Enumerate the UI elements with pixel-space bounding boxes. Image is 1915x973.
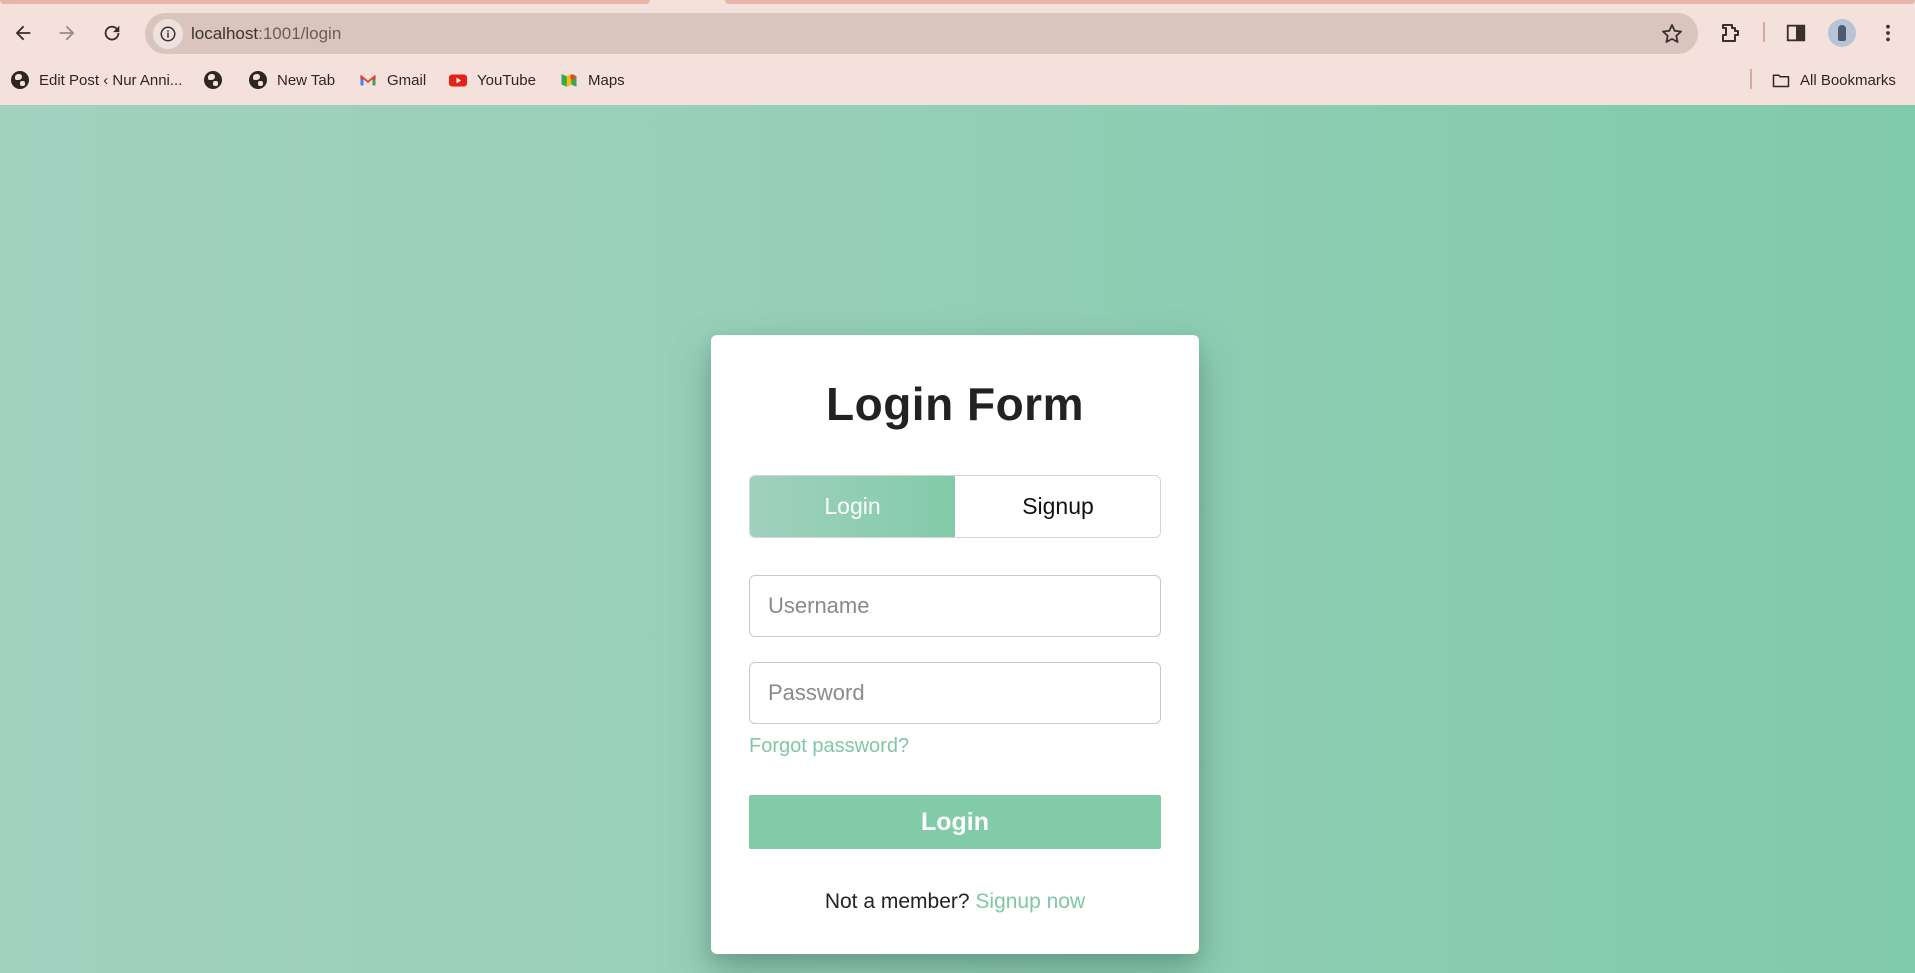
login-submit-button[interactable]: Login [749,795,1161,849]
page-background: Login Form Login Signup Forgot password?… [0,105,1915,973]
password-input[interactable] [749,662,1161,724]
bookmark-label: Edit Post ‹ Nur Anni... [39,71,183,89]
forgot-password-link[interactable]: Forgot password? [749,735,909,758]
menu-kebab-icon[interactable] [1875,20,1901,46]
all-bookmarks-label: All Bookmarks [1800,71,1896,89]
url-text: localhost:1001/login [191,24,341,44]
browser-chrome: localhost:1001/login Edit Post ‹ Nur Ann… [0,0,1915,105]
folder-icon [1772,71,1790,89]
bookmark-item[interactable]: YouTube [449,68,536,92]
maps-icon [560,71,578,89]
form-switch: Login Signup [749,475,1161,538]
reload-icon [104,25,120,41]
youtube-icon [449,71,467,89]
side-panel-icon[interactable] [1783,20,1809,46]
bookmark-item[interactable] [204,68,222,92]
bookmark-item[interactable]: Edit Post ‹ Nur Anni... [11,68,182,92]
tab-strip-edge [0,0,650,4]
tab-signup[interactable]: Signup [955,476,1160,537]
tab-strip-edge [725,0,1915,4]
toolbar-divider [1763,22,1765,42]
bookmark-label: Gmail [387,71,427,89]
bookmark-label: Maps [588,71,625,89]
bookmark-star-icon[interactable] [1660,22,1684,46]
footer-text: Not a member? [824,890,970,913]
bookmark-label: YouTube [477,71,536,89]
site-info-icon[interactable] [153,19,183,49]
bookmark-item[interactable]: Maps [560,68,625,92]
profile-avatar[interactable] [1828,19,1856,47]
form-title: Login Form [826,378,1084,430]
url-host: localhost [191,24,259,43]
signup-prompt: Not a member? Signup now [711,890,1199,914]
tab-login[interactable]: Login [750,476,955,537]
extensions-icon[interactable] [1718,20,1744,46]
bookmark-item[interactable]: New Tab [249,68,335,92]
forward-button[interactable] [52,18,82,48]
globe-icon [11,71,29,89]
reload-button[interactable] [97,18,127,48]
arrow-right-icon [59,25,75,41]
bookmark-label: New Tab [277,71,336,89]
gmail-icon [359,71,377,89]
url-path: :1001/login [258,24,342,43]
address-bar[interactable]: localhost:1001/login [145,13,1698,54]
globe-icon [204,71,222,89]
arrow-left-icon [15,25,31,41]
bookmark-item[interactable]: Gmail [359,68,426,92]
login-card: Login Form Login Signup Forgot password?… [711,335,1199,954]
back-button[interactable] [8,18,38,48]
signup-now-link[interactable]: Signup now [975,890,1085,913]
all-bookmarks-button[interactable]: All Bookmarks [1772,68,1896,92]
bookmarks-bar: Edit Post ‹ Nur Anni... New Tab Gmail Yo… [0,66,1915,96]
username-input[interactable] [749,575,1161,637]
bookmarks-divider [1750,69,1752,89]
globe-icon [249,71,267,89]
